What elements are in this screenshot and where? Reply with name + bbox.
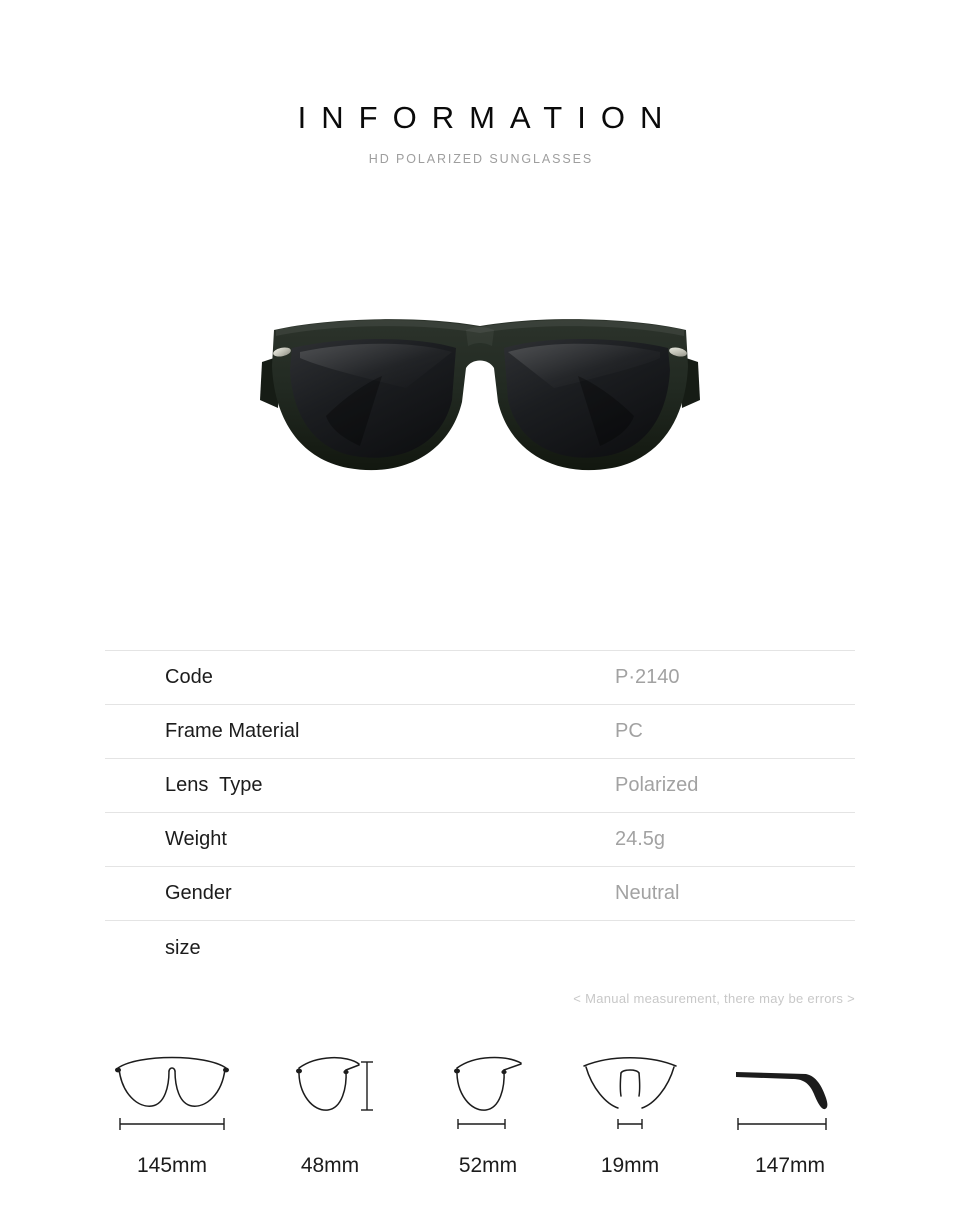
page-title: INFORMATION: [297, 100, 678, 135]
specification-table: Code P·2140 Frame Material PC Lens Type …: [105, 650, 855, 975]
size-measure-label: 48mm: [300, 1154, 360, 1177]
size-diagram-group: 145mm 48mm 52mm 19mm 147mm: [105, 1036, 855, 1196]
size-diagram-item: 48mm: [265, 1036, 395, 1196]
spec-label: Code: [165, 666, 213, 688]
size-diagram-item: 19mm: [565, 1036, 695, 1196]
page-header: INFORMATION HD POLARIZED SUNGLASSES: [0, 98, 960, 167]
size-measure-label: 52mm: [458, 1154, 518, 1177]
table-row: Gender Neutral: [105, 866, 855, 921]
table-row: Code P·2140: [105, 650, 855, 704]
spec-value: PC: [615, 720, 643, 742]
size-measure-label: 147mm: [754, 1154, 826, 1177]
spec-label: Weight: [165, 828, 227, 850]
size-section-row: size: [105, 921, 855, 975]
measurement-disclaimer: < Manual measurement, there may be error…: [573, 991, 855, 1006]
table-row: Lens Type Polarized: [105, 758, 855, 812]
size-diagram-item: 52mm: [423, 1036, 553, 1196]
temple-arm-length-icon: [725, 1036, 855, 1136]
full-frame-front-icon: [107, 1036, 237, 1136]
lens-height-icon: [265, 1036, 395, 1136]
spec-value: P·2140: [615, 666, 680, 688]
bridge-width-icon: [565, 1036, 695, 1136]
table-row: Frame Material PC: [105, 704, 855, 758]
product-image-sunglasses: [256, 296, 704, 506]
spec-label: Gender: [165, 882, 232, 904]
spec-label: Lens Type: [165, 774, 263, 796]
lens-width-icon: [423, 1036, 553, 1136]
spec-label: Frame Material: [165, 720, 300, 742]
spec-value: Polarized: [615, 774, 699, 796]
size-measure-label: 145mm: [136, 1154, 208, 1177]
spec-value: 24.5g: [615, 828, 666, 850]
size-diagram-item: 147mm: [725, 1036, 855, 1196]
spec-value: Neutral: [615, 882, 680, 904]
size-diagram-item: 145mm: [107, 1036, 237, 1196]
page-subtitle: HD POLARIZED SUNGLASSES: [368, 152, 594, 166]
table-row: Weight 24.5g: [105, 812, 855, 866]
size-measure-label: 19mm: [600, 1154, 660, 1177]
size-heading: size: [165, 936, 201, 959]
